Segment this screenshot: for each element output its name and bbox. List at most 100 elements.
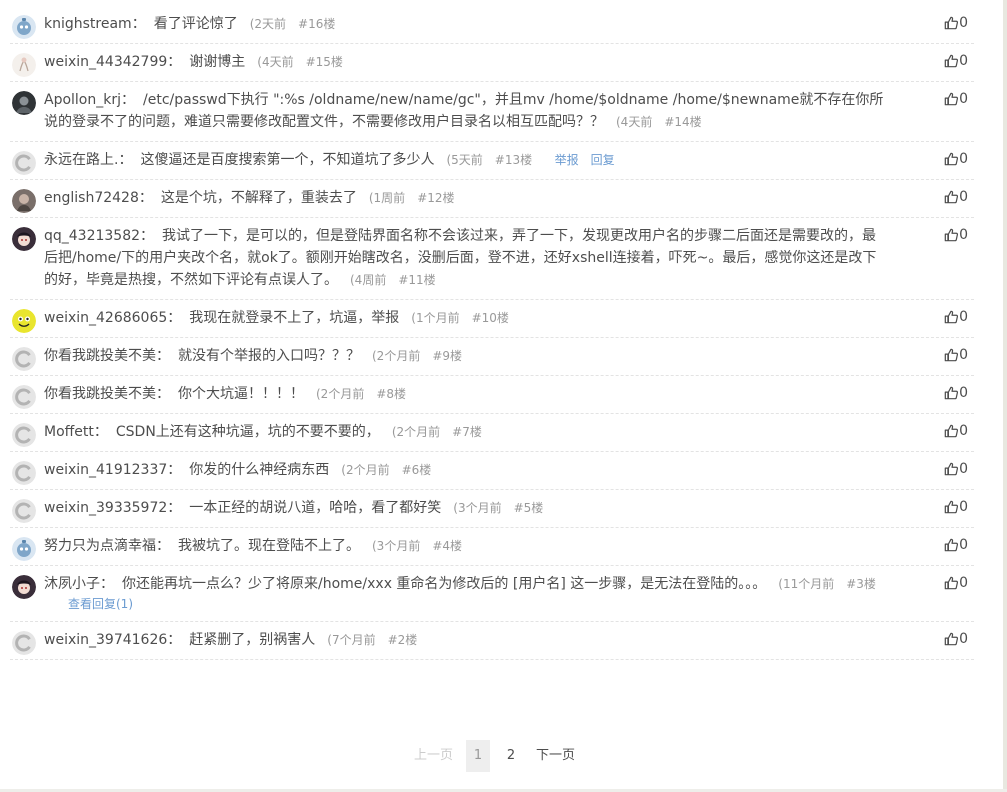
like-count: 0 <box>959 189 968 205</box>
comment-meta: (2个月前 #8楼 <box>316 387 406 401</box>
like-button[interactable]: 0 <box>944 499 968 515</box>
username-colon: ： <box>167 632 182 648</box>
like-count: 0 <box>959 461 968 477</box>
comment-username[interactable]: knighstream <box>44 16 132 32</box>
default-avatar[interactable] <box>12 461 36 485</box>
dark-photo-avatar[interactable] <box>12 91 36 115</box>
comment-username[interactable]: weixin_41912337 <box>44 462 167 478</box>
like-count: 0 <box>959 537 968 553</box>
comment-username[interactable]: Apollon_krj <box>44 92 121 108</box>
comment-username[interactable]: weixin_39741626 <box>44 632 167 648</box>
default-avatar[interactable] <box>12 631 36 655</box>
like-button[interactable]: 0 <box>944 91 968 107</box>
anime-avatar[interactable] <box>12 575 36 599</box>
comment-time: (5天前 <box>446 153 483 167</box>
page-2-button[interactable]: 2 <box>499 740 523 772</box>
thumbs-up-icon <box>944 462 959 476</box>
thumbs-up-icon <box>944 92 959 106</box>
comment-body: weixin_39741626： 赶紧删了，别祸害人 (7个月前 #2楼 <box>44 629 888 651</box>
page-scroll-edge <box>1003 0 1007 792</box>
report-link[interactable]: 举报 <box>555 153 579 167</box>
comment-time: (4天前 <box>257 55 294 69</box>
view-replies-link[interactable]: 查看回复(1) <box>68 595 974 613</box>
sketch-avatar[interactable] <box>12 53 36 77</box>
comment-meta: (4周前 #11楼 <box>350 273 436 287</box>
comment-floor: #7楼 <box>452 425 482 439</box>
anime-avatar[interactable] <box>12 227 36 251</box>
like-button[interactable]: 0 <box>944 423 968 439</box>
default-avatar[interactable] <box>12 385 36 409</box>
comment-floor: #4楼 <box>432 539 463 553</box>
comment-username[interactable]: 沐夙小子 <box>44 576 100 592</box>
like-button[interactable]: 0 <box>944 385 968 401</box>
like-button[interactable]: 0 <box>944 631 968 647</box>
comment-username[interactable]: weixin_42686065 <box>44 310 167 326</box>
username-colon: ： <box>118 152 133 168</box>
comment-floor: #16楼 <box>298 17 336 31</box>
photo-avatar[interactable] <box>12 189 36 213</box>
comment-username[interactable]: 你看我跳投美不美 <box>44 386 156 402</box>
default-avatar-image <box>12 631 36 655</box>
thumbs-up-icon <box>944 538 959 552</box>
comment-meta: (2个月前 #9楼 <box>372 349 462 363</box>
comment-item: knighstream： 看了评论惊了 (2天前 #16楼 0 <box>10 6 974 44</box>
comment-username[interactable]: english72428 <box>44 190 139 206</box>
comment-text: 就没有个举报的入口吗？？？ <box>178 348 360 364</box>
comment-time: (4天前 <box>616 115 653 129</box>
like-button[interactable]: 0 <box>944 309 968 325</box>
robot-avatar[interactable] <box>12 537 36 561</box>
default-avatar[interactable] <box>12 347 36 371</box>
comment-text: 你发的什么神经病东西 <box>189 462 330 478</box>
comment-username[interactable]: 努力只为点滴幸福 <box>44 538 156 554</box>
comment-meta: (2天前 #16楼 <box>250 17 336 31</box>
comment-time: (11个月前 <box>778 577 835 591</box>
thumbs-up-icon <box>944 500 959 514</box>
comment-body: Moffett： CSDN上还有这种坑逼，坑的不要不要的， (2个月前 #7楼 <box>44 421 888 443</box>
comment-list: knighstream： 看了评论惊了 (2天前 #16楼 0 weixin_4434… <box>10 6 974 660</box>
username-colon: ： <box>156 348 170 364</box>
comment-floor: #15楼 <box>305 55 343 69</box>
comment-item: Apollon_krj：/etc/passwd下执行 ":%s /oldname… <box>10 82 974 142</box>
comment-text: 这傻逼还是百度搜索第一个，不知道坑了多少人 <box>140 152 435 168</box>
default-avatar-image <box>12 347 36 371</box>
comment-item: 你看我跳投美不美： 就没有个举报的入口吗？？？ (2个月前 #9楼 0 <box>10 338 974 376</box>
comment-username[interactable]: weixin_44342799 <box>44 54 167 70</box>
comment-meta: (11个月前 #3楼 <box>778 577 876 591</box>
comment-time: (4周前 <box>350 273 387 287</box>
sketch-avatar-image <box>12 53 36 77</box>
like-button[interactable]: 0 <box>944 189 968 205</box>
like-button[interactable]: 0 <box>944 461 968 477</box>
default-avatar-image <box>12 385 36 409</box>
page-1-button[interactable]: 1 <box>466 740 491 772</box>
like-button[interactable]: 0 <box>944 347 968 363</box>
comment-username[interactable]: qq_43213582 <box>44 228 140 244</box>
like-button[interactable]: 0 <box>944 575 968 591</box>
default-avatar[interactable] <box>12 423 36 447</box>
comment-username[interactable]: 你看我跳投美不美 <box>44 348 156 364</box>
comment-meta: (4天前 #15楼 <box>257 55 343 69</box>
thumbs-up-icon <box>944 632 959 646</box>
comment-body: weixin_39335972： 一本正经的胡说八道，哈哈，看了都好笑 (3个月前 #… <box>44 497 888 519</box>
prev-page-button[interactable]: 上一页 <box>410 740 457 772</box>
comment-username[interactable]: 永远在路上. <box>44 152 118 168</box>
comment-username[interactable]: weixin_39335972 <box>44 500 167 516</box>
like-button[interactable]: 0 <box>944 537 968 553</box>
default-avatar[interactable] <box>12 499 36 523</box>
reply-link[interactable]: 回复 <box>591 153 615 167</box>
default-avatar[interactable] <box>12 151 36 175</box>
comment-body: weixin_44342799： 谢谢博主 (4天前 #15楼 <box>44 51 888 73</box>
smiley-avatar[interactable] <box>12 309 36 333</box>
like-count: 0 <box>959 631 968 647</box>
comment-item: weixin_44342799： 谢谢博主 (4天前 #15楼 0 <box>10 44 974 82</box>
username-colon: ： <box>167 500 182 516</box>
robot-avatar[interactable] <box>12 15 36 39</box>
comment-item: Moffett： CSDN上还有这种坑逼，坑的不要不要的， (2个月前 #7楼 0 <box>10 414 974 452</box>
next-page-button[interactable]: 下一页 <box>532 740 579 772</box>
like-button[interactable]: 0 <box>944 53 968 69</box>
like-button[interactable]: 0 <box>944 227 968 243</box>
username-colon: ： <box>100 576 114 592</box>
comment-item: weixin_39741626： 赶紧删了，别祸害人 (7个月前 #2楼 0 <box>10 622 974 660</box>
like-button[interactable]: 0 <box>944 151 968 167</box>
like-button[interactable]: 0 <box>944 15 968 31</box>
comment-username[interactable]: Moffett <box>44 424 94 440</box>
